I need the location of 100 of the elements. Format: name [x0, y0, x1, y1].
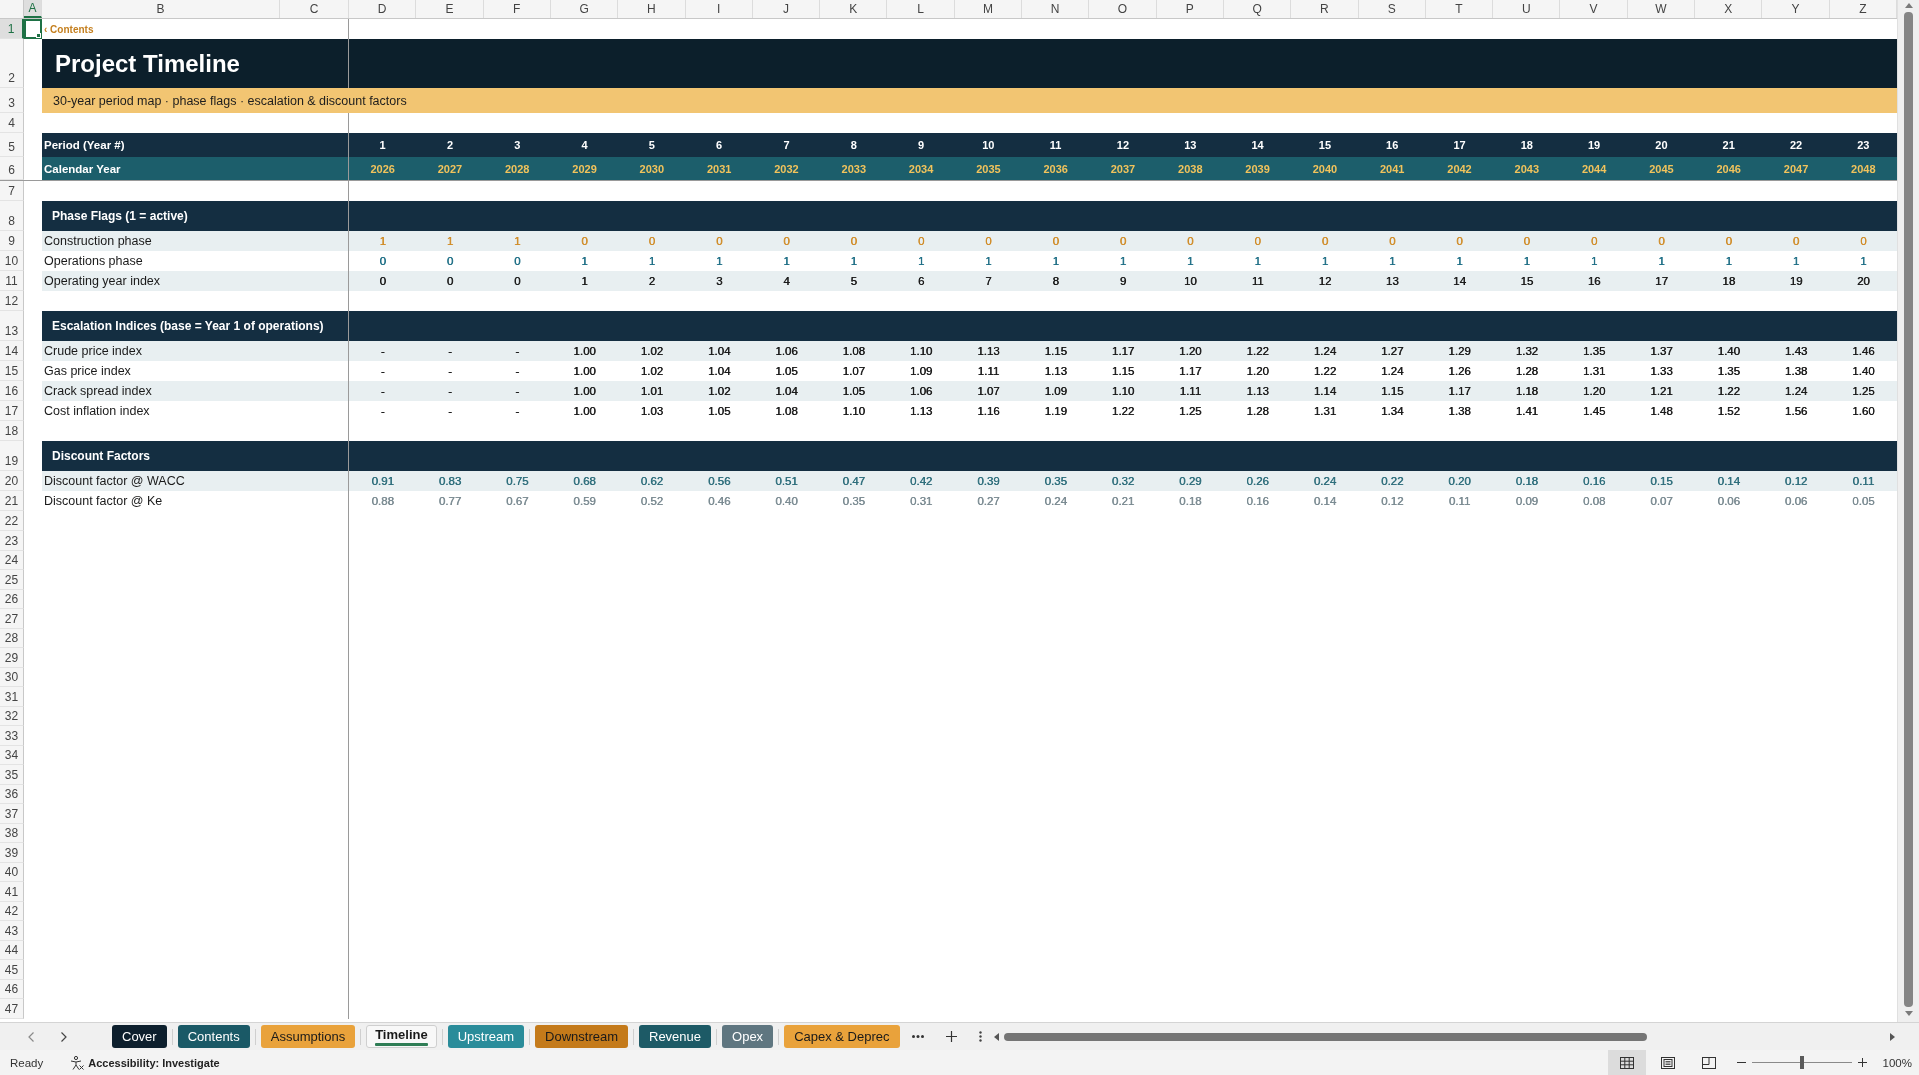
scrollbar-thumb[interactable]: [1003, 1032, 1647, 1041]
row-header[interactable]: 5: [0, 133, 24, 157]
row-header[interactable]: 24: [0, 550, 24, 570]
ellipsis-icon[interactable]: [911, 1035, 924, 1038]
row-header[interactable]: 41: [0, 882, 24, 902]
row-header[interactable]: 4: [0, 113, 24, 133]
sheet-tab[interactable]: Opex: [722, 1025, 774, 1048]
row-header[interactable]: 7: [0, 181, 24, 201]
row-header[interactable]: 46: [0, 979, 24, 999]
row-header[interactable]: 31: [0, 687, 24, 707]
column-header[interactable]: J: [752, 0, 821, 18]
scrollbar-thumb[interactable]: [1904, 12, 1913, 1007]
row-header[interactable]: 26: [0, 589, 24, 609]
column-header[interactable]: M: [954, 0, 1023, 18]
row-header[interactable]: 33: [0, 726, 24, 746]
row-header[interactable]: 14: [0, 341, 24, 361]
row-header[interactable]: 23: [0, 531, 24, 551]
column-header[interactable]: K: [820, 0, 888, 18]
column-header[interactable]: P: [1156, 0, 1224, 18]
row-header[interactable]: 29: [0, 648, 24, 668]
row-header[interactable]: 39: [0, 843, 24, 863]
row-header[interactable]: 19: [0, 441, 24, 471]
row-header[interactable]: 2: [0, 39, 24, 88]
row-header[interactable]: 32: [0, 706, 24, 726]
row-header[interactable]: 25: [0, 570, 24, 590]
row-header[interactable]: 35: [0, 765, 24, 785]
plus-icon[interactable]: [945, 1031, 957, 1042]
row-header[interactable]: 34: [0, 745, 24, 765]
column-header[interactable]: N: [1022, 0, 1090, 18]
row-header[interactable]: 47: [0, 999, 24, 1019]
column-header[interactable]: H: [618, 0, 686, 18]
slider-thumb[interactable]: [1799, 1056, 1804, 1069]
vertical-scrollbar[interactable]: [1897, 0, 1919, 1022]
column-header[interactable]: X: [1695, 0, 1763, 18]
row-header[interactable]: 43: [0, 921, 24, 941]
sheet-tab[interactable]: Revenue: [639, 1025, 712, 1048]
column-header[interactable]: S: [1358, 0, 1426, 18]
vertical-ellipsis-icon[interactable]: [978, 1031, 982, 1042]
sheet-tab[interactable]: Upstream: [447, 1025, 525, 1048]
row-header[interactable]: 21: [0, 491, 24, 511]
column-header[interactable]: L: [887, 0, 955, 18]
column-header[interactable]: Y: [1762, 0, 1830, 18]
row-header[interactable]: 36: [0, 784, 24, 804]
column-header[interactable]: F: [483, 0, 551, 18]
sheet-tab[interactable]: Capex & Deprec: [784, 1025, 900, 1048]
row-header[interactable]: 37: [0, 804, 24, 824]
column-header[interactable]: T: [1425, 0, 1494, 18]
row-header[interactable]: 1: [0, 19, 24, 39]
row-header[interactable]: 9: [0, 231, 24, 251]
column-header[interactable]: V: [1560, 0, 1628, 18]
row-header[interactable]: 28: [0, 628, 24, 648]
row-header[interactable]: 12: [0, 291, 24, 311]
row-header[interactable]: 45: [0, 960, 24, 980]
scroll-down-icon[interactable]: [1904, 1011, 1913, 1016]
column-header[interactable]: I: [685, 0, 753, 18]
row-header[interactable]: 44: [0, 940, 24, 960]
row-header[interactable]: 22: [0, 511, 24, 531]
row-header[interactable]: 18: [0, 421, 24, 441]
column-header[interactable]: O: [1089, 0, 1157, 18]
row-header[interactable]: 8: [0, 201, 24, 231]
row-header[interactable]: 40: [0, 862, 24, 882]
zoom-in-icon[interactable]: [1857, 1058, 1867, 1067]
row-header[interactable]: 20: [0, 471, 24, 491]
sheet-tab[interactable]: Cover: [112, 1025, 167, 1048]
column-header[interactable]: B: [42, 0, 280, 18]
row-header[interactable]: 11: [0, 271, 24, 291]
row-header[interactable]: 38: [0, 823, 24, 843]
zoom-level[interactable]: 100%: [1882, 1056, 1912, 1069]
column-header[interactable]: U: [1493, 0, 1561, 18]
selected-cell[interactable]: [24, 19, 42, 39]
chevron-right-icon[interactable]: [61, 1031, 67, 1042]
column-header[interactable]: W: [1627, 0, 1696, 18]
scroll-up-icon[interactable]: [1904, 3, 1913, 8]
column-header[interactable]: Z: [1829, 0, 1897, 18]
column-header[interactable]: G: [550, 0, 619, 18]
row-header[interactable]: 6: [0, 157, 24, 180]
fill-handle-icon[interactable]: [36, 33, 41, 38]
column-header[interactable]: E: [416, 0, 484, 18]
row-header[interactable]: 13: [0, 311, 24, 341]
view-button[interactable]: [1607, 1050, 1646, 1075]
row-header[interactable]: 30: [0, 667, 24, 687]
row-header[interactable]: 42: [0, 901, 24, 921]
column-header[interactable]: Q: [1223, 0, 1292, 18]
row-header[interactable]: 3: [0, 88, 24, 113]
row-header[interactable]: 27: [0, 609, 24, 629]
scroll-left-icon[interactable]: [993, 1032, 999, 1041]
column-header[interactable]: C: [280, 0, 349, 18]
column-header[interactable]: R: [1291, 0, 1359, 18]
row-header[interactable]: 10: [0, 251, 24, 271]
sheet-tab[interactable]: Downstream: [535, 1025, 628, 1048]
scroll-right-icon[interactable]: [1890, 1032, 1895, 1041]
chevron-left-icon[interactable]: [28, 1031, 34, 1042]
sheet-tab[interactable]: Timeline: [366, 1025, 437, 1048]
sheet-tab[interactable]: Assumptions: [260, 1025, 356, 1048]
sheet-tab[interactable]: Contents: [177, 1025, 250, 1048]
accessibility-button[interactable]: Accessibility: Investigate: [70, 1055, 220, 1070]
column-header[interactable]: A: [24, 0, 42, 18]
row-header[interactable]: 16: [0, 381, 24, 401]
row-header[interactable]: 17: [0, 401, 24, 421]
row-header[interactable]: 15: [0, 361, 24, 381]
